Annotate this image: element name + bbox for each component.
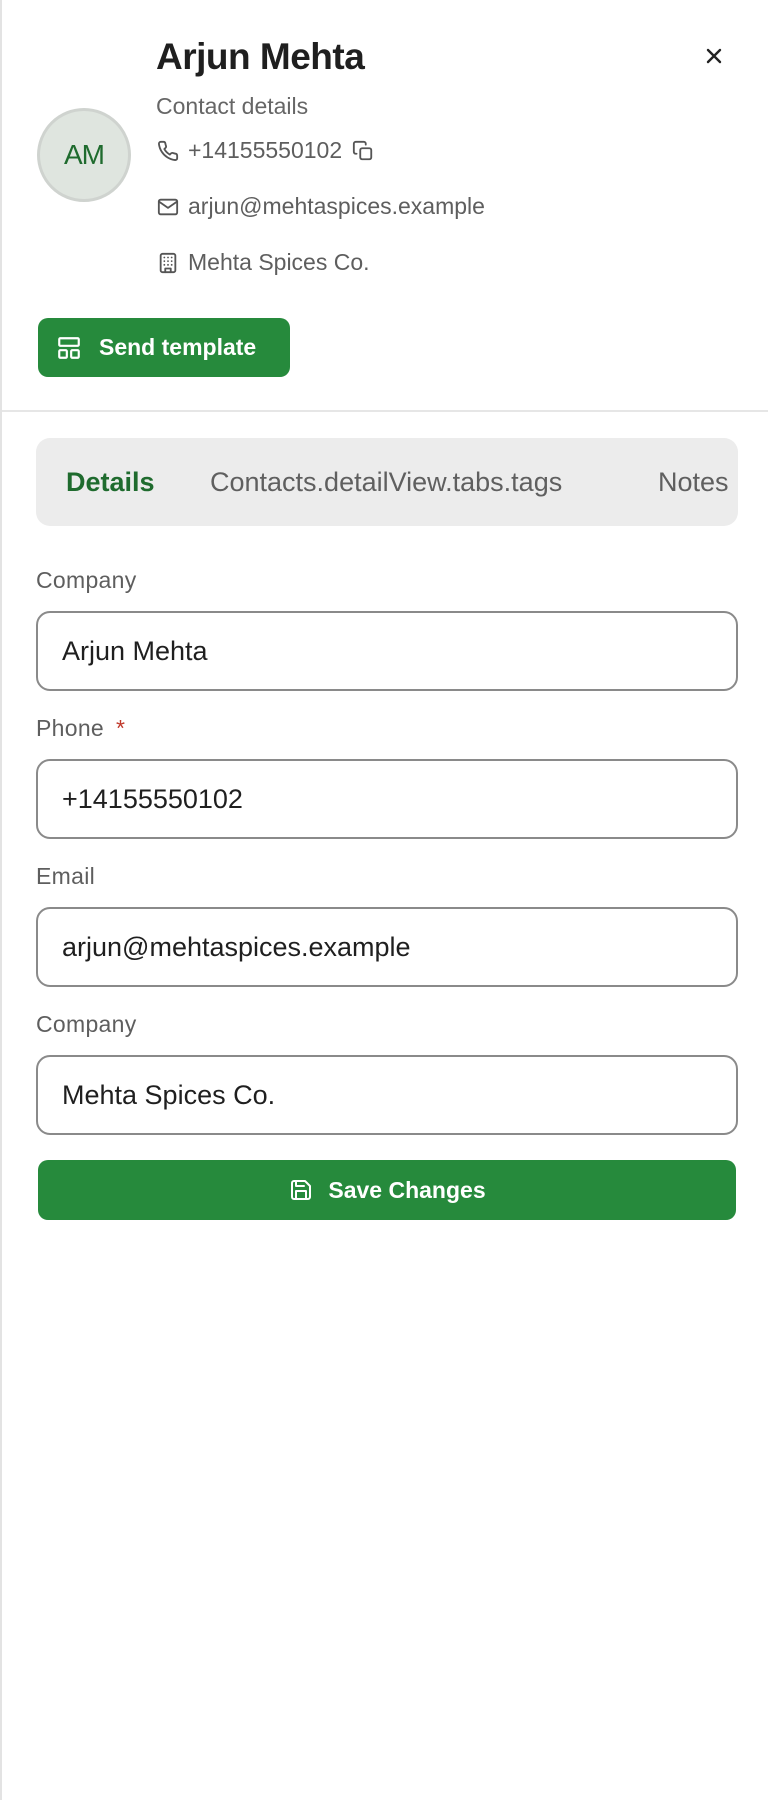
company-label: Company [36, 1011, 137, 1037]
company-name-label: Company [36, 567, 137, 593]
company-name-field[interactable] [36, 611, 738, 691]
send-template-button[interactable]: Send template [38, 318, 290, 377]
phone-icon [156, 139, 180, 163]
mail-icon [156, 195, 180, 219]
avatar: AM [37, 108, 131, 202]
send-template-label: Send template [99, 334, 257, 360]
copy-icon[interactable] [351, 139, 375, 163]
required-marker: * [116, 715, 126, 741]
email-label: Email [36, 863, 96, 889]
phone-field[interactable] [36, 759, 738, 839]
close-icon[interactable] [696, 38, 732, 74]
save-changes-button[interactable]: Save Changes [38, 1160, 736, 1220]
contact-subtitle: Contact details [156, 93, 309, 119]
contact-header: AM Arjun Mehta Contact details +14155550… [2, 0, 768, 412]
email-text: arjun@mehtaspices.example [188, 193, 485, 219]
contact-detail-panel: AM Arjun Mehta Contact details +14155550… [0, 0, 768, 1800]
tab-notes[interactable]: Notes [658, 438, 729, 526]
phone-label-text: Phone [36, 715, 105, 741]
company-text: Mehta Spices Co. [188, 249, 370, 275]
contact-name: Arjun Mehta [156, 36, 365, 77]
company-row: Mehta Spices Co. [156, 249, 370, 276]
template-icon [55, 334, 83, 362]
building-icon [156, 251, 180, 275]
avatar-initials: AM [64, 139, 105, 170]
detail-tabs: Details Contacts.detailView.tabs.tags No… [36, 438, 738, 526]
tab-tags[interactable]: Contacts.detailView.tabs.tags [210, 438, 562, 526]
phone-text: +14155550102 [188, 137, 343, 163]
company-field[interactable] [36, 1055, 738, 1135]
phone-label: Phone * [36, 715, 125, 742]
phone-row: +14155550102 [156, 137, 375, 164]
save-icon [288, 1177, 314, 1203]
save-changes-label: Save Changes [328, 1176, 486, 1203]
email-field[interactable] [36, 907, 738, 987]
tab-details[interactable]: Details [66, 438, 155, 526]
email-row: arjun@mehtaspices.example [156, 193, 485, 220]
